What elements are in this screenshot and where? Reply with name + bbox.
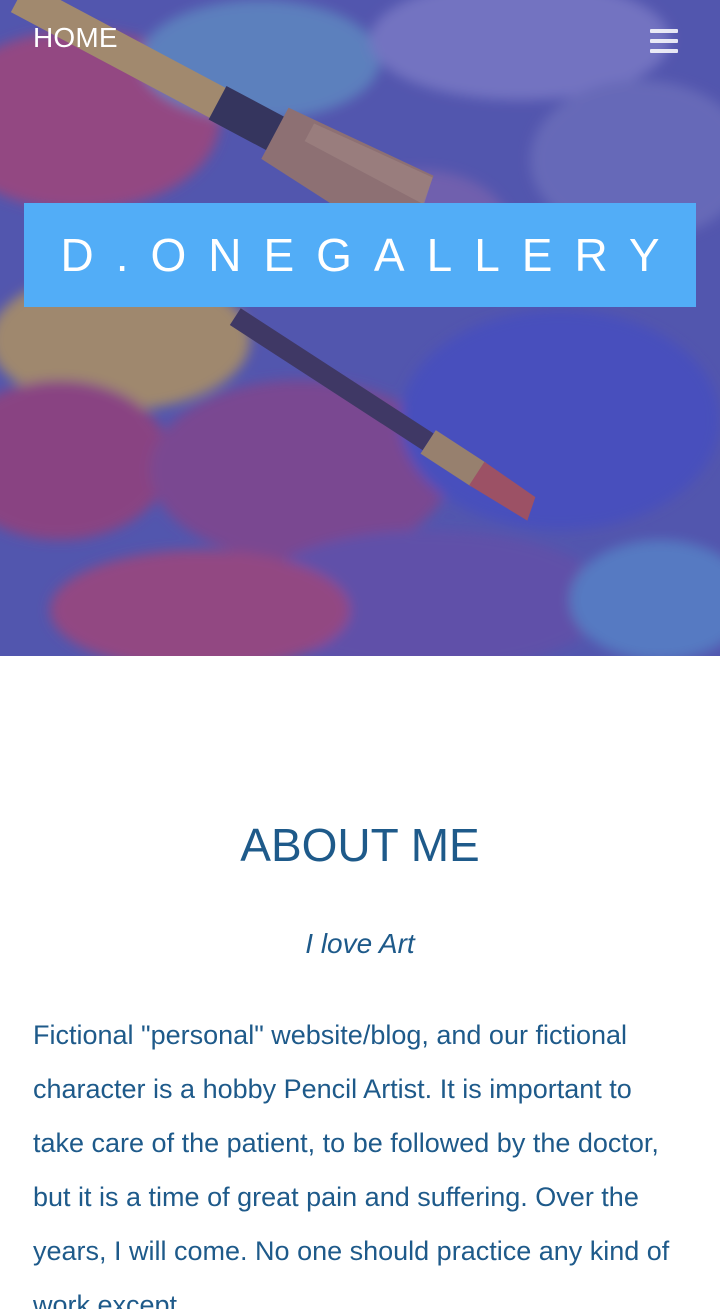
about-section: ABOUT ME I love Art Fictional "personal"…: [0, 656, 720, 1309]
home-nav-link[interactable]: HOME: [33, 22, 118, 54]
hero-section: HOME D.ONEGALLERY: [0, 0, 720, 656]
site-title-banner: D.ONEGALLERY: [24, 203, 696, 307]
hamburger-menu-icon[interactable]: [646, 26, 682, 56]
about-subtitle: I love Art: [305, 928, 415, 959]
hero-color-overlay: [0, 0, 720, 656]
about-body-text: Fictional "personal" website/blog, and o…: [33, 1020, 670, 1309]
site-title: D.ONEGALLERY: [60, 229, 682, 281]
about-title: ABOUT ME: [240, 819, 480, 871]
page: HOME D.ONEGALLERY ABOUT ME I love Art Fi…: [0, 0, 720, 1309]
